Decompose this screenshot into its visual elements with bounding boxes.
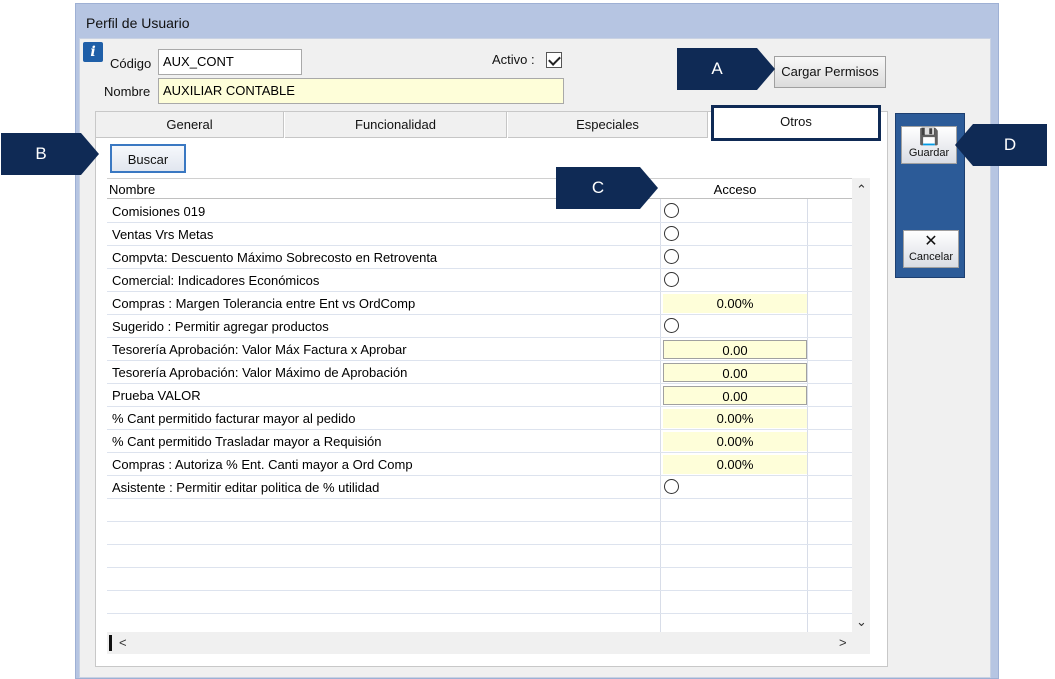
callout-a: A: [677, 48, 775, 90]
table-row[interactable]: Compvta: Descuento Máximo Sobrecosto en …: [107, 246, 852, 269]
cancelar-button[interactable]: ✕ Cancelar: [903, 230, 959, 268]
tab-otros[interactable]: Otros: [711, 105, 881, 141]
table-row[interactable]: Prueba VALOR 0.00: [107, 384, 852, 407]
access-value-field[interactable]: 0.00: [663, 363, 807, 382]
access-value-field[interactable]: 0.00: [663, 386, 807, 405]
table-row[interactable]: Comercial: Indicadores Económicos: [107, 269, 852, 292]
scroll-down-icon[interactable]: ⌄: [856, 614, 867, 630]
floppy-disk-icon: 💾: [919, 129, 939, 146]
row-name: % Cant permitido facturar mayor al pedid…: [112, 411, 356, 426]
cargar-permisos-button[interactable]: Cargar Permisos: [774, 56, 886, 88]
permissions-grid: Nombre Acceso Comisiones 019 Ventas Vrs M…: [107, 178, 852, 637]
row-name: Asistente : Permitir editar politica de …: [112, 480, 380, 495]
access-value-field[interactable]: 0.00%: [663, 294, 807, 313]
table-row[interactable]: Compras : Autoriza % Ent. Canti mayor a …: [107, 453, 852, 476]
nombre-label: Nombre: [104, 84, 151, 99]
access-radio[interactable]: [664, 203, 679, 218]
access-radio[interactable]: [664, 272, 679, 287]
tab-especiales[interactable]: Especiales: [508, 112, 708, 138]
access-radio[interactable]: [664, 318, 679, 333]
vertical-scrollbar[interactable]: ⌃ ⌄: [852, 178, 870, 632]
scroll-right-icon[interactable]: >: [839, 635, 847, 650]
grid-header: Nombre Acceso: [107, 179, 852, 199]
activo-checkbox[interactable]: [546, 52, 562, 68]
tab-funcionalidad[interactable]: Funcionalidad: [285, 112, 507, 138]
callout-c: C: [556, 167, 658, 209]
access-value-field[interactable]: 0.00%: [663, 455, 807, 474]
table-row[interactable]: Sugerido : Permitir agregar productos: [107, 315, 852, 338]
scroll-up-icon[interactable]: ⌃: [856, 182, 867, 198]
window-title: Perfil de Usuario: [86, 15, 190, 31]
horizontal-scrollbar[interactable]: < >: [107, 632, 870, 654]
access-value-field[interactable]: 0.00%: [663, 409, 807, 428]
row-name: Prueba VALOR: [112, 388, 201, 403]
info-icon[interactable]: i: [83, 42, 103, 62]
row-name: % Cant permitido Trasladar mayor a Requi…: [112, 434, 382, 449]
row-name: Comercial: Indicadores Económicos: [112, 273, 320, 288]
row-name: Sugerido : Permitir agregar productos: [112, 319, 329, 334]
activo-label: Activo :: [492, 52, 535, 67]
nombre-field[interactable]: AUXILIAR CONTABLE: [158, 78, 564, 104]
table-row[interactable]: Ventas Vrs Metas: [107, 223, 852, 246]
scroll-left-icon[interactable]: <: [119, 635, 127, 650]
table-row[interactable]: % Cant permitido facturar mayor al pedid…: [107, 407, 852, 430]
row-name: Tesorería Aprobación: Valor Máx Factura …: [112, 342, 407, 357]
table-row[interactable]: Compras : Margen Tolerancia entre Ent vs…: [107, 292, 852, 315]
access-radio[interactable]: [664, 479, 679, 494]
row-name: Compras : Margen Tolerancia entre Ent vs…: [112, 296, 416, 311]
table-row[interactable]: [107, 545, 852, 568]
codigo-label: Código: [110, 56, 152, 71]
buscar-button[interactable]: Buscar: [110, 144, 186, 173]
row-name: Ventas Vrs Metas: [112, 227, 214, 242]
guardar-label: Guardar: [908, 147, 950, 159]
tab-general[interactable]: General: [96, 112, 284, 138]
access-value-field[interactable]: 0.00%: [663, 432, 807, 451]
table-row[interactable]: Asistente : Permitir editar politica de …: [107, 476, 852, 499]
table-row[interactable]: Tesorería Aprobación: Valor Máximo de Ap…: [107, 361, 852, 384]
row-name: Compras : Autoriza % Ent. Canti mayor a …: [112, 457, 413, 472]
table-row[interactable]: [107, 568, 852, 591]
row-name: Comisiones 019: [112, 204, 206, 219]
table-row[interactable]: [107, 499, 852, 522]
callout-b: B: [1, 133, 99, 175]
table-row[interactable]: Tesorería Aprobación: Valor Máx Factura …: [107, 338, 852, 361]
callout-d: D: [955, 124, 1047, 166]
column-header-nombre[interactable]: Nombre: [109, 182, 155, 197]
access-radio[interactable]: [664, 249, 679, 264]
scroll-thumb[interactable]: [109, 635, 112, 651]
table-row[interactable]: Comisiones 019: [107, 200, 852, 223]
codigo-field[interactable]: AUX_CONT: [158, 49, 302, 75]
table-row[interactable]: % Cant permitido Trasladar mayor a Requi…: [107, 430, 852, 453]
access-radio[interactable]: [664, 226, 679, 241]
table-row[interactable]: [107, 591, 852, 614]
table-row[interactable]: [107, 522, 852, 545]
column-header-acceso[interactable]: Acceso: [662, 182, 808, 197]
x-cross-icon: ✕: [924, 233, 938, 250]
row-name: Compvta: Descuento Máximo Sobrecosto en …: [112, 250, 438, 265]
access-value-field[interactable]: 0.00: [663, 340, 807, 359]
guardar-button[interactable]: 💾 Guardar: [901, 126, 957, 164]
row-name: Tesorería Aprobación: Valor Máximo de Ap…: [112, 365, 408, 380]
cancelar-label: Cancelar: [908, 251, 954, 263]
